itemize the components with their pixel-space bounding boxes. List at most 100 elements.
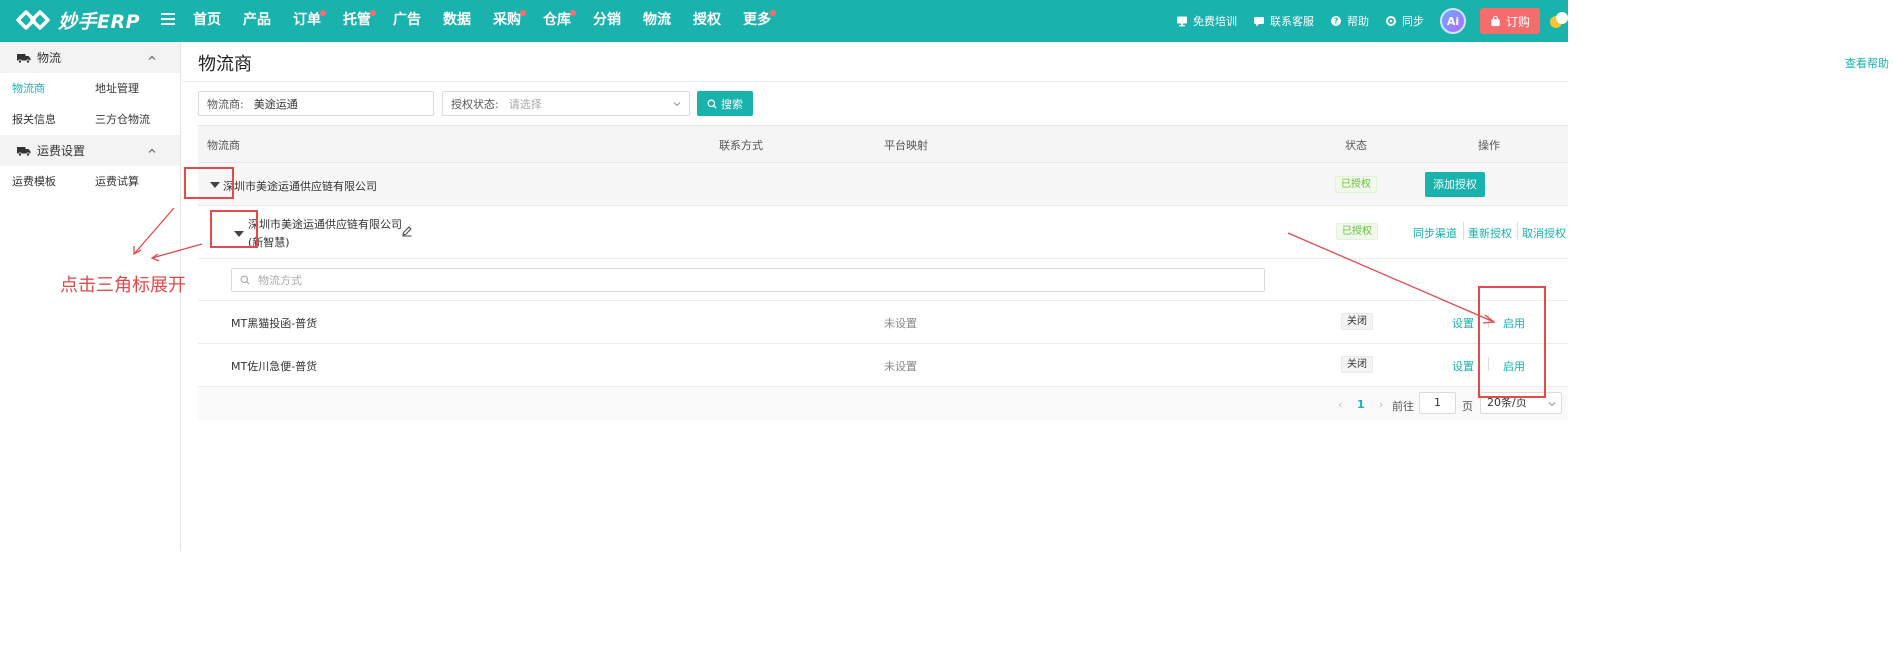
nav-more[interactable]: 更多 [743,0,776,42]
nav-authorization[interactable]: 授权 [693,0,721,42]
status-badge: 关闭 [1341,313,1373,330]
table-row: 深圳市美途运通供应链有限公司 (新智慧) 已授权 同步渠道 重新授权 取消授权 [198,206,1568,259]
settings-link[interactable]: 设置 [1452,358,1474,374]
free-training-link[interactable]: 免费培训 [1176,13,1237,29]
header-status: 状态 [1345,139,1367,152]
logo-icon [16,10,50,30]
cancel-authorization-link[interactable]: 取消授权 [1522,225,1566,241]
chevron-down-icon [1548,402,1556,407]
top-navigation-bar: 妙手ERP 首页 产品 订单 托管 广告 数据 采购 仓库 分销 物流 授权 更… [0,0,1568,42]
menu-toggle-icon[interactable] [161,13,175,27]
table-row: MT佐川急便-普货 未设置 关闭 设置 启用 [198,344,1568,387]
page-number-current[interactable]: 1 [1357,398,1365,411]
divider [1517,222,1518,240]
carrier-filter-input[interactable]: 物流商: 美途运通 [198,91,434,116]
nav-purchase[interactable]: 采购 [493,0,526,42]
divider [1463,222,1464,240]
page-title: 物流商 [198,54,252,75]
notification-dot [520,10,526,16]
nav-ads[interactable]: 广告 [393,0,421,42]
sidebar-group-freight[interactable]: 运费设置 [0,135,180,166]
nav-warehouse[interactable]: 仓库 [543,0,576,42]
notification-dot [320,10,326,16]
nav-products[interactable]: 产品 [243,0,271,42]
nav-home[interactable]: 首页 [193,0,221,42]
nav-logistics[interactable]: 物流 [643,0,671,42]
bag-icon [1491,15,1500,26]
add-authorization-button[interactable]: 添加授权 [1425,172,1485,197]
auth-name-line1: 深圳市美途运通供应链有限公司 [248,218,402,231]
nav-data[interactable]: 数据 [443,0,471,42]
header-contact: 联系方式 [719,139,763,152]
sidebar-item-carriers[interactable]: 物流商 [12,73,95,104]
search-button[interactable]: 搜索 [697,91,753,116]
prev-page-icon[interactable]: ‹ [1338,398,1342,411]
status-badge: 已授权 [1336,223,1378,240]
notification-dot [370,10,376,16]
search-icon [707,99,717,109]
nav-distribution[interactable]: 分销 [593,0,621,42]
edit-icon[interactable] [401,225,413,237]
table-row: MT黑猫投函-普货 未设置 关闭 设置 启用 [198,301,1568,344]
chevron-up-icon [148,148,156,153]
status-badge: 关闭 [1341,356,1373,373]
method-name: MT黑猫投函-普货 [231,317,318,330]
chevron-down-icon [673,102,681,107]
reauthorize-link[interactable]: 重新授权 [1468,225,1512,241]
mapping-value: 未设置 [884,360,917,373]
notification-dot [770,10,776,16]
sidebar-item-freight-template[interactable]: 运费模板 [12,166,95,197]
sync-channels-link[interactable]: 同步渠道 [1413,225,1457,241]
truck-icon [17,146,31,157]
sidebar-group-logistics[interactable]: 物流 [0,42,180,73]
monitor-icon [1176,16,1187,27]
sync-icon [1385,16,1396,26]
sidebar-item-3pl[interactable]: 三方仓物流 [95,104,178,135]
settings-link[interactable]: 设置 [1452,315,1474,331]
sync-link[interactable]: 同步 [1385,13,1424,29]
sidebar-links-logistics: 物流商 地址管理 报关信息 三方仓物流 [0,73,180,135]
carrier-name: 深圳市美途运通供应链有限公司 [223,180,377,193]
header-carrier: 物流商 [207,139,240,152]
order-button[interactable]: 订购 [1479,8,1540,34]
table-row: 深圳市美途运通供应链有限公司 已授权 添加授权 [198,163,1568,206]
next-page-icon[interactable]: › [1379,398,1383,411]
annotation-highlight-box [210,210,258,248]
sidebar-links-freight: 运费模板 运费试算 [0,166,180,197]
vip-badge-icon[interactable] [1550,12,1568,30]
method-name: MT佐川急便-普货 [231,360,318,373]
nav-orders[interactable]: 订单 [293,0,326,42]
chevron-up-icon [148,55,156,60]
mapping-value: 未设置 [884,317,917,330]
contact-support-link[interactable]: 联系客服 [1253,13,1314,29]
question-icon: ? [1330,16,1341,26]
status-badge: 已授权 [1335,176,1377,193]
chat-icon [1253,17,1264,27]
sidebar-item-address[interactable]: 地址管理 [95,73,178,104]
top-right-tools: 免费培训 联系客服 ? 帮助 同步 Ai 订购 [1160,0,1568,42]
divider [182,81,1568,82]
annotation-highlight-box [1478,286,1546,398]
sidebar-item-customs[interactable]: 报关信息 [12,104,95,135]
view-help-link[interactable]: 查看帮助 [1845,55,1889,71]
help-link-top[interactable]: ? 帮助 [1330,13,1369,29]
method-search-row: 物流方式 [198,259,1568,301]
app-logo[interactable]: 妙手ERP [14,4,140,36]
search-icon [240,275,250,285]
method-search-input[interactable]: 物流方式 [231,268,1265,292]
header-mapping: 平台映射 [884,139,928,152]
annotation-text: 点击三角标展开 [60,275,186,296]
auth-status-select[interactable]: 授权状态: 请选择 [442,91,690,116]
ai-assistant-button[interactable]: Ai [1439,8,1466,34]
carrier-table: 物流商 联系方式 平台映射 状态 操作 深圳市美途运通供应链有限公司 已授权 添… [198,125,1568,420]
truck-icon [17,53,31,64]
svg-text:?: ? [1334,17,1338,26]
page-unit-label: 页 [1462,400,1473,413]
notification-dot [570,10,576,16]
sidebar-item-freight-calc[interactable]: 运费试算 [95,166,178,197]
main-nav: 首页 产品 订单 托管 广告 数据 采购 仓库 分销 物流 授权 更多 [193,0,793,42]
nav-hosting[interactable]: 托管 [343,0,376,42]
header-actions: 操作 [1478,139,1500,152]
table-header: 物流商 联系方式 平台映射 状态 操作 [198,126,1568,163]
goto-page-input[interactable]: 1 [1419,392,1456,414]
